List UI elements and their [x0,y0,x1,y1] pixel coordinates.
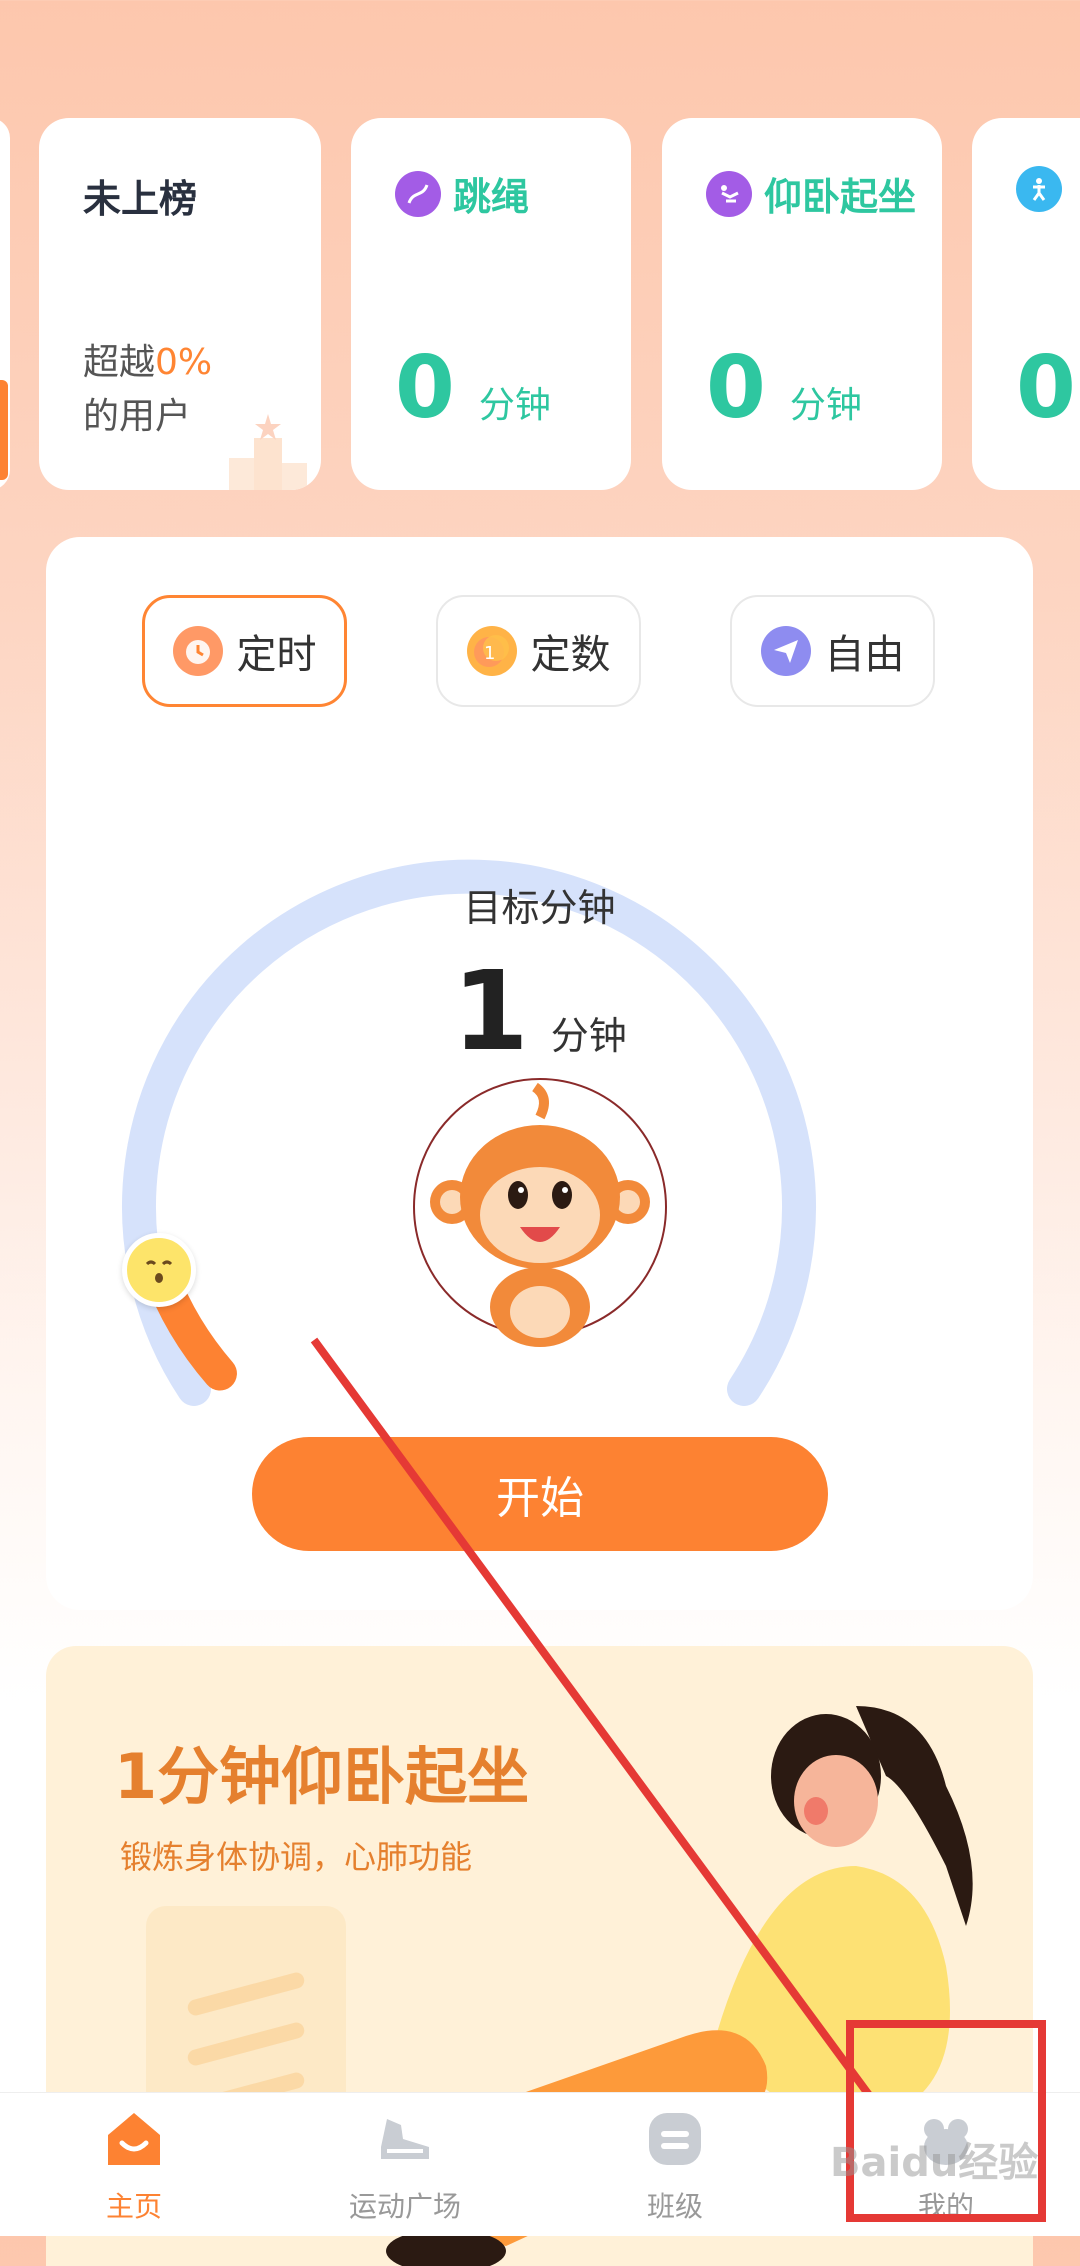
watermark: Baidu经验 [830,2140,1039,2186]
tab-label: 班级 [646,2190,703,2223]
class-icon [649,2113,701,2165]
annotation-arrow [310,1337,905,2145]
tab-label: 运动广场 [348,2190,461,2223]
annotation-highlight-box [846,2020,1046,2222]
tab-sports-square[interactable]: 运动广场 [305,2093,505,2236]
tab-class[interactable]: 班级 [575,2093,775,2236]
tab-label: 主页 [105,2190,162,2223]
sneaker-icon [381,2119,429,2159]
home-icon [108,2113,160,2165]
tab-home[interactable]: 主页 [34,2093,234,2236]
